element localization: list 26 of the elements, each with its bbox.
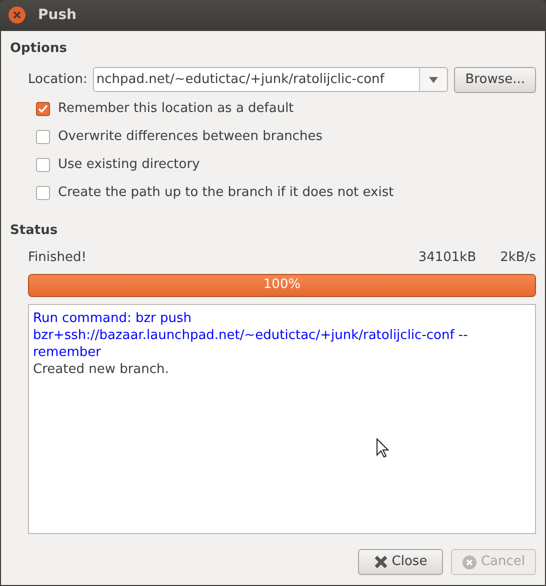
cancel-icon [462, 554, 477, 570]
section-heading: Status [10, 222, 59, 240]
section-heading: Options [10, 40, 68, 58]
log-line: Created new branch. [33, 360, 170, 378]
status-message: Finished! [28, 249, 86, 267]
window-title: Push [38, 6, 77, 24]
checkbox[interactable] [36, 130, 50, 144]
browse-button[interactable]: Browse... [454, 66, 536, 92]
checkbox-label[interactable]: Create the path up to the branch if it does not exist [58, 182, 394, 202]
checkbox[interactable] [36, 158, 50, 172]
checkbox[interactable] [36, 186, 50, 200]
close-icon [374, 555, 388, 569]
checkbox-label[interactable]: Use existing directory [58, 154, 200, 174]
checkbox-label[interactable]: Overwrite differences between branches [58, 126, 323, 146]
close-button[interactable]: Close [358, 549, 443, 575]
close-icon[interactable] [8, 6, 26, 24]
log-line: Run command: bzr push bzr+ssh://bazaar.launchpad.net/~edutictac/+junk/ratolijclic-conf --remember [33, 310, 469, 360]
transfer-size: 34101kB [418, 249, 476, 267]
checkbox-label[interactable]: Remember this location as a default [58, 98, 294, 118]
transfer-rate: 2kB/s [500, 249, 536, 267]
dropdown-arrow-icon[interactable] [429, 76, 438, 82]
progress-text: 100% [262, 276, 302, 294]
location-label: Location: [28, 70, 88, 89]
checkbox[interactable] [36, 102, 50, 116]
mouse-cursor-icon [376, 438, 390, 458]
location-combo[interactable]: nchpad.net/~edutictac/+junk/ratolijclic-conf [93, 67, 448, 92]
